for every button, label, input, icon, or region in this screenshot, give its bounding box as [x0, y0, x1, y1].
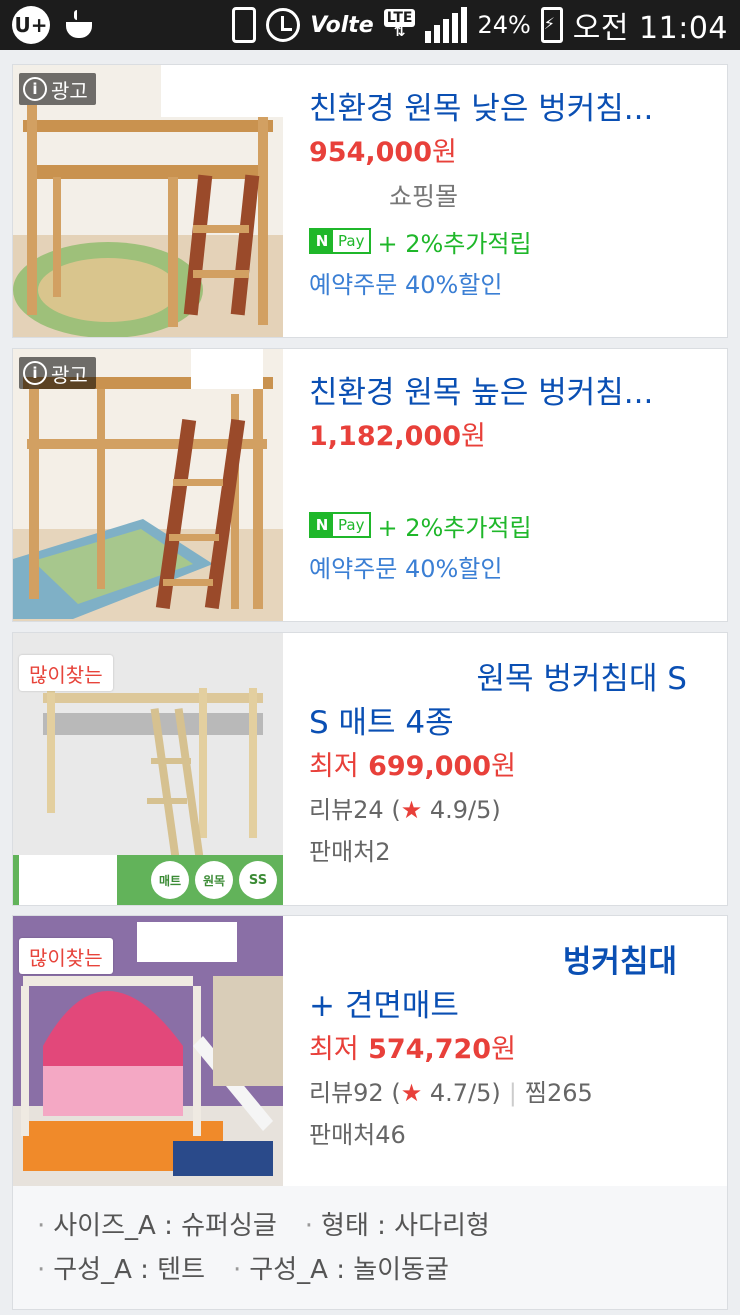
- product-title-line2[interactable]: S 매트 4종: [309, 701, 717, 745]
- redacted-area: [161, 65, 283, 117]
- product-title-line2[interactable]: + 견면매트: [309, 984, 717, 1028]
- uplus-icon: U+: [12, 6, 50, 44]
- product-attributes: 사이즈_A : 슈퍼싱글 형태 : 사다리형 구성_A : 텐트 구성_A : 놀이…: [12, 1186, 728, 1310]
- alarm-icon: [266, 8, 301, 42]
- product-price: 최저 574,720원: [309, 1034, 516, 1065]
- product-image[interactable]: i 광고: [13, 65, 283, 337]
- attribute-item: 형태 : 사다리형: [305, 1211, 490, 1241]
- product-card[interactable]: i 광고 친환경 원목 높은 벙커침... 1,182,000원 N Pay + 2…: [12, 348, 728, 622]
- star-icon: ★: [400, 796, 423, 824]
- product-title-line1[interactable]: 벙커침대: [309, 940, 717, 984]
- product-card[interactable]: i 광고 친환경 원목 낮은 벙커침... 954,000원 쇼핑몰 N Pay +…: [12, 64, 728, 338]
- npay-reward: N Pay + 2%추가적립: [309, 219, 717, 263]
- volte-icon: Volte: [310, 12, 374, 38]
- npay-reward: N Pay + 2%추가적립: [309, 503, 717, 547]
- feature-tags: 매트 원목 SS: [151, 861, 277, 899]
- status-bar: U+ Volte LTE⇅ 24% 오전 11:04: [0, 0, 740, 50]
- ad-badge: i 광고: [19, 73, 96, 105]
- redacted-area: [137, 922, 237, 962]
- product-card[interactable]: 많이찾는 매트 원목 SS 원목 벙커침대 S S 매트 4종 최저 699,0…: [12, 632, 728, 906]
- mattress-tag-icon: 매트: [151, 861, 189, 899]
- product-card[interactable]: 많이찾는 벙커침대 + 견면매트 최저 574,720원 리뷰92 (★ 4.7…: [12, 915, 728, 1187]
- battery-percent: 24%: [477, 11, 531, 39]
- product-price: 1,182,000원: [309, 421, 486, 452]
- star-icon: ★: [400, 1079, 423, 1107]
- signal-icon: [425, 7, 468, 43]
- product-title-line1[interactable]: 원목 벙커침대 S: [309, 657, 717, 701]
- mall-name[interactable]: 쇼핑몰: [309, 175, 717, 219]
- popular-badge: 많이찾는: [19, 938, 113, 974]
- review-summary[interactable]: 리뷰24 (★ 4.9/5): [309, 789, 717, 831]
- ad-badge: i 광고: [19, 357, 96, 389]
- info-icon: i: [23, 361, 47, 385]
- coffee-icon: [64, 10, 98, 40]
- clock: 오전 11:04: [572, 11, 728, 46]
- attribute-item: 사이즈_A : 슈퍼싱글: [37, 1211, 277, 1241]
- vibrate-icon: [232, 7, 257, 43]
- battery-charging-icon: [540, 7, 563, 43]
- solid-wood-tag-icon: 원목: [195, 861, 233, 899]
- attribute-item: 구성_A : 놀이동굴: [233, 1255, 449, 1285]
- npay-icon: N Pay: [309, 228, 372, 254]
- redacted-area: [19, 855, 117, 905]
- popular-badge: 많이찾는: [19, 655, 113, 691]
- redacted-area: [191, 349, 263, 389]
- npay-icon: N Pay: [309, 512, 372, 538]
- product-title[interactable]: 친환경 원목 높은 벙커침...: [309, 371, 717, 415]
- info-icon: i: [23, 77, 47, 101]
- promo-text: 예약주문 40%할인: [309, 555, 503, 583]
- high-loft-bed-image: [13, 349, 283, 621]
- attribute-item: 구성_A : 텐트: [37, 1255, 205, 1285]
- ss-size-tag-icon: SS: [239, 861, 277, 899]
- product-price: 최저 699,000원: [309, 751, 516, 782]
- review-summary[interactable]: 리뷰92 (★ 4.7/5) | 찜265: [309, 1072, 717, 1114]
- product-price: 954,000원: [309, 137, 457, 168]
- lte-icon: LTE ⇅: [383, 9, 416, 39]
- seller-count[interactable]: 판매처46: [309, 1114, 717, 1156]
- product-image[interactable]: i 광고: [13, 349, 283, 621]
- product-image[interactable]: 많이찾는: [13, 916, 283, 1187]
- product-title[interactable]: 친환경 원목 낮은 벙커침...: [309, 87, 717, 131]
- promo-text: 예약주문 40%할인: [309, 271, 503, 299]
- product-image[interactable]: 많이찾는 매트 원목 SS: [13, 633, 283, 905]
- wishlist-count[interactable]: 찜265: [525, 1079, 593, 1107]
- seller-count[interactable]: 판매처2: [309, 831, 717, 873]
